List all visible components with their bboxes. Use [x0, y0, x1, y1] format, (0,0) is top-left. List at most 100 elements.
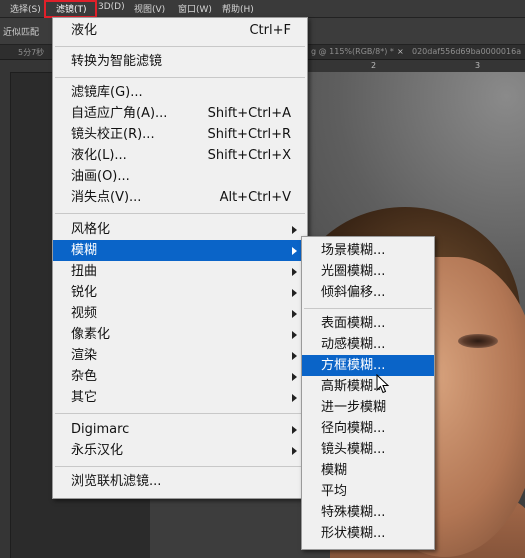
- submenu-item-label: 特殊模糊...: [321, 505, 386, 520]
- menu-help[interactable]: 帮助(H): [222, 2, 254, 15]
- blur-submenu: 场景模糊... 光圈模糊... 倾斜偏移... 表面模糊... 动感模糊... …: [301, 236, 435, 550]
- menu-item-shortcut: Ctrl+F: [249, 23, 291, 38]
- menu-item-label: 锐化: [71, 285, 98, 300]
- menu-item-blur[interactable]: 模糊: [53, 240, 307, 261]
- menu-item-pixelate[interactable]: 像素化: [53, 324, 307, 345]
- menu-3d[interactable]: 3D(D): [98, 2, 125, 12]
- submenu-arrow-icon: [292, 352, 297, 360]
- submenu-arrow-icon: [292, 226, 297, 234]
- menu-select[interactable]: 选择(S): [10, 2, 41, 15]
- menu-item-yongle-hanhua[interactable]: 永乐汉化: [53, 440, 307, 461]
- menu-item-other[interactable]: 其它: [53, 387, 307, 408]
- submenu-item-label: 镜头模糊...: [321, 442, 386, 457]
- submenu-item-iris-blur[interactable]: 光圈模糊...: [302, 261, 434, 282]
- menu-window[interactable]: 窗口(W): [178, 2, 212, 15]
- menu-item-label: 渲染: [71, 348, 98, 363]
- menu-item-label: 转换为智能滤镜: [71, 54, 163, 69]
- submenu-item-label: 径向模糊...: [321, 421, 386, 436]
- submenu-item-average[interactable]: 平均: [302, 481, 434, 502]
- menu-item-label: 像素化: [71, 327, 111, 342]
- menu-item-browse-online-filters[interactable]: 浏览联机滤镜...: [53, 471, 307, 492]
- tab-close-icon[interactable]: ×: [397, 47, 404, 56]
- submenu-item-label: 场景模糊...: [321, 243, 386, 258]
- menu-item-distort[interactable]: 扭曲: [53, 261, 307, 282]
- menu-item-vanishing-point[interactable]: 消失点(V)... Alt+Ctrl+V: [53, 187, 307, 208]
- submenu-arrow-icon: [292, 426, 297, 434]
- menu-separator: [55, 46, 305, 47]
- submenu-item-field-blur[interactable]: 场景模糊...: [302, 240, 434, 261]
- menu-item-label: Digimarc: [71, 422, 130, 437]
- menu-item-label: 滤镜库(G)...: [71, 85, 143, 100]
- menu-item-label: 自适应广角(A)...: [71, 106, 168, 121]
- menu-separator: [55, 413, 305, 414]
- menu-item-label: 扭曲: [71, 264, 98, 279]
- menu-item-lens-correction[interactable]: 镜头校正(R)... Shift+Ctrl+R: [53, 124, 307, 145]
- submenu-arrow-icon: [292, 247, 297, 255]
- portrait-eye: [458, 334, 498, 348]
- vertical-ruler: [0, 72, 11, 558]
- menu-item-label: 液化(L)...: [71, 148, 127, 163]
- submenu-item-blur[interactable]: 模糊: [302, 460, 434, 481]
- menu-item-stylize[interactable]: 风格化: [53, 219, 307, 240]
- submenu-item-label: 形状模糊...: [321, 526, 386, 541]
- submenu-item-label: 模糊: [321, 463, 348, 478]
- menu-item-noise[interactable]: 杂色: [53, 366, 307, 387]
- annotation-highlight-box: [44, 0, 97, 18]
- submenu-item-surface-blur[interactable]: 表面模糊...: [302, 313, 434, 334]
- menu-item-label: 油画(O)...: [71, 169, 130, 184]
- ruler-mark: 2: [371, 61, 377, 70]
- menu-item-adaptive-wide-angle[interactable]: 自适应广角(A)... Shift+Ctrl+A: [53, 103, 307, 124]
- menu-item-video[interactable]: 视频: [53, 303, 307, 324]
- submenu-item-box-blur[interactable]: 方框模糊...: [302, 355, 434, 376]
- menu-separator: [55, 466, 305, 467]
- menu-item-render[interactable]: 渲染: [53, 345, 307, 366]
- submenu-item-label: 动感模糊...: [321, 337, 386, 352]
- menu-item-label: 模糊: [71, 243, 98, 258]
- submenu-item-gaussian-blur[interactable]: 高斯模糊...: [302, 376, 434, 397]
- menu-separator: [55, 213, 305, 214]
- menu-item-convert-smart-filter[interactable]: 转换为智能滤镜: [53, 51, 307, 72]
- menu-separator: [304, 308, 432, 309]
- menu-item-digimarc[interactable]: Digimarc: [53, 419, 307, 440]
- menu-item-label: 液化: [71, 23, 98, 38]
- menu-item-label: 视频: [71, 306, 98, 321]
- menu-item-oil-paint[interactable]: 油画(O)...: [53, 166, 307, 187]
- menu-item-label: 永乐汉化: [71, 443, 124, 458]
- menu-item-shortcut: Alt+Ctrl+V: [219, 190, 291, 205]
- mouse-pointer-icon: [376, 374, 390, 394]
- menu-view[interactable]: 视图(V): [134, 2, 165, 15]
- menu-item-label: 浏览联机滤镜...: [71, 474, 162, 489]
- submenu-arrow-icon: [292, 373, 297, 381]
- submenu-item-motion-blur[interactable]: 动感模糊...: [302, 334, 434, 355]
- menu-item-shortcut: Shift+Ctrl+R: [207, 127, 292, 142]
- menu-item-sharpen[interactable]: 锐化: [53, 282, 307, 303]
- submenu-item-radial-blur[interactable]: 径向模糊...: [302, 418, 434, 439]
- options-label: 近似匹配: [3, 28, 40, 38]
- ruler-mark: 3: [475, 61, 481, 70]
- submenu-item-lens-blur[interactable]: 镜头模糊...: [302, 439, 434, 460]
- submenu-arrow-icon: [292, 331, 297, 339]
- menu-item-label: 杂色: [71, 369, 98, 384]
- submenu-arrow-icon: [292, 447, 297, 455]
- submenu-item-smart-blur[interactable]: 特殊模糊...: [302, 502, 434, 523]
- menu-item-shortcut: Shift+Ctrl+A: [207, 106, 291, 121]
- menu-item-shortcut: Shift+Ctrl+X: [207, 148, 291, 163]
- submenu-item-shape-blur[interactable]: 形状模糊...: [302, 523, 434, 544]
- submenu-arrow-icon: [292, 268, 297, 276]
- menu-separator: [55, 77, 305, 78]
- submenu-item-tilt-shift[interactable]: 倾斜偏移...: [302, 282, 434, 303]
- submenu-arrow-icon: [292, 289, 297, 297]
- filter-menu: 液化 Ctrl+F 转换为智能滤镜 滤镜库(G)... 自适应广角(A)... …: [52, 17, 308, 499]
- submenu-item-label: 表面模糊...: [321, 316, 386, 331]
- tab-other-document[interactable]: 020daf556d69ba0000016a: [412, 47, 521, 56]
- tab-current-document[interactable]: g @ 115%(RGB/8*) *: [311, 47, 394, 56]
- submenu-arrow-icon: [292, 310, 297, 318]
- submenu-item-label: 倾斜偏移...: [321, 285, 386, 300]
- menu-item-filter-gallery[interactable]: 滤镜库(G)...: [53, 82, 307, 103]
- tab-left-label[interactable]: 5分7秒: [18, 47, 44, 58]
- menu-item-last-filter[interactable]: 液化 Ctrl+F: [53, 20, 307, 41]
- submenu-item-blur-more[interactable]: 进一步模糊: [302, 397, 434, 418]
- menu-item-label: 消失点(V)...: [71, 190, 142, 205]
- menu-item-liquify[interactable]: 液化(L)... Shift+Ctrl+X: [53, 145, 307, 166]
- menu-item-label: 镜头校正(R)...: [71, 127, 155, 142]
